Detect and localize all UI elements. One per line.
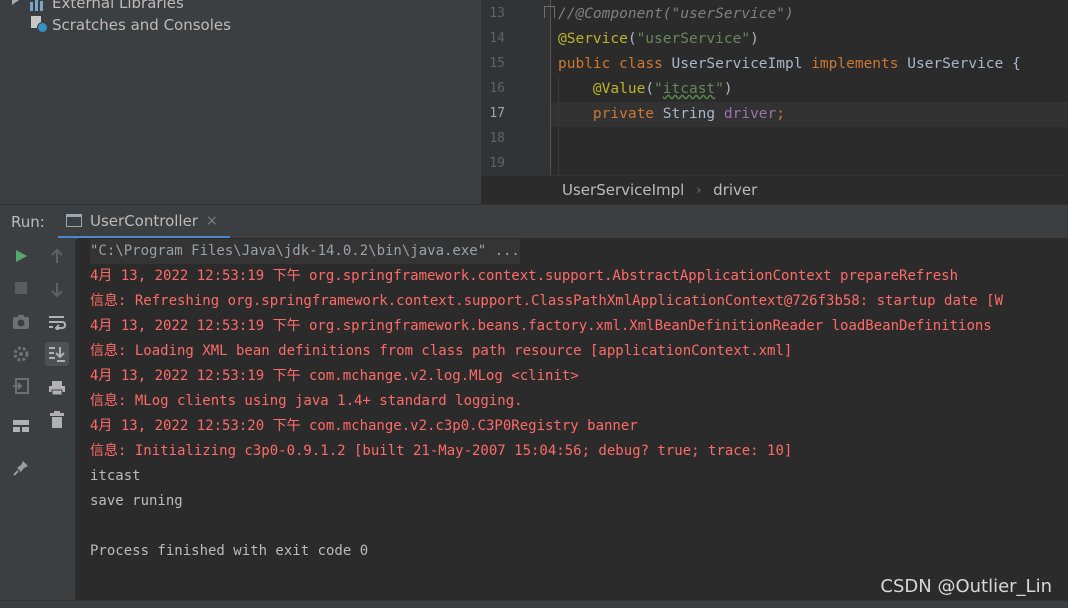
close-tab-icon[interactable]: × (206, 213, 218, 229)
pin-icon[interactable] (9, 456, 33, 480)
console-line: 信息: Refreshing org.springframework.conte… (90, 293, 1004, 309)
breadcrumb: UserServiceImpl › driver (481, 175, 1068, 204)
console-line: 4月 13, 2022 12:53:19 下午 com.mchange.v2.l… (90, 368, 579, 384)
expand-arrow-icon[interactable] (12, 0, 19, 5)
watermark: CSDN @Outlier_Lin (880, 576, 1052, 597)
project-panel: External Libraries Scratches and Console… (0, 0, 481, 204)
console-line: 4月 13, 2022 12:53:19 下午 org.springframew… (90, 318, 992, 334)
run-tool-window-header: Run: UserController × (0, 204, 1068, 239)
library-icon (30, 0, 46, 11)
run-tab-usercontroller[interactable]: UserController × (58, 205, 230, 239)
soft-wrap-icon[interactable] (45, 310, 69, 334)
run-tab-label: UserController (90, 211, 198, 230)
status-strip (0, 600, 1068, 608)
exit-icon[interactable] (9, 374, 33, 398)
code-line[interactable]: public class UserServiceImpl implements … (558, 52, 1021, 77)
line-number-current: 17 (489, 106, 505, 121)
delete-icon[interactable] (45, 408, 69, 432)
tree-item-label: Scratches and Consoles (52, 16, 231, 34)
tree-item-scratches[interactable]: Scratches and Consoles (30, 14, 231, 36)
tree-item-external-libraries[interactable]: External Libraries (12, 0, 184, 14)
stop-icon[interactable] (9, 276, 33, 300)
breadcrumb-item-field[interactable]: driver (713, 181, 757, 199)
code-line[interactable]: @Service("userService") (558, 27, 759, 52)
console-line: 信息: Initializing c3p0-0.9.1.2 [built 21-… (90, 443, 793, 459)
console-line: 4月 13, 2022 12:53:19 下午 org.springframew… (90, 268, 959, 284)
settings-icon[interactable] (9, 342, 33, 366)
run-toolbar-secondary (40, 238, 76, 608)
layout-icon[interactable] (9, 414, 33, 438)
code-line[interactable]: //@Component("userService") (558, 2, 794, 27)
line-number: 15 (489, 56, 505, 71)
run-label: Run: (11, 213, 45, 231)
console-tab-icon (66, 214, 82, 227)
line-number: 16 (489, 81, 505, 96)
line-number: 19 (489, 156, 505, 171)
console-output[interactable]: "C:\Program Files\Java\jdk-14.0.2\bin\ja… (77, 238, 1068, 608)
screenshot-icon[interactable] (9, 310, 33, 334)
scratches-icon (30, 16, 48, 34)
console-line-command: "C:\Program Files\Java\jdk-14.0.2\bin\ja… (90, 239, 520, 264)
code-line[interactable]: @Value("itcast") (558, 77, 733, 102)
up-icon[interactable] (45, 244, 69, 268)
console-line-exit: Process finished with exit code 0 (90, 543, 369, 559)
line-number: 14 (489, 31, 505, 46)
code-line[interactable]: private String driver; (558, 102, 785, 127)
rerun-icon[interactable] (9, 244, 33, 268)
down-icon[interactable] (45, 278, 69, 302)
print-icon[interactable] (45, 376, 69, 400)
breadcrumb-item-class[interactable]: UserServiceImpl (562, 181, 684, 199)
line-number: 13 (489, 6, 505, 21)
console-line: 4月 13, 2022 12:53:20 下午 com.mchange.v2.c… (90, 418, 638, 434)
line-number: 18 (489, 131, 505, 146)
fold-marker-icon[interactable] (544, 6, 555, 18)
run-toolbar-primary (0, 238, 40, 608)
console-line: save runing (90, 493, 183, 509)
tree-item-label: External Libraries (52, 0, 184, 12)
breadcrumb-separator-icon: › (696, 183, 702, 197)
scroll-to-end-icon[interactable] (45, 342, 69, 366)
console-line: 信息: Loading XML bean definitions from cl… (90, 343, 793, 359)
console-line: itcast (90, 468, 141, 484)
code-editor[interactable]: 13 14 15 16 17 18 19 //@Component("userS… (481, 0, 1068, 175)
console-line: 信息: MLog clients using java 1.4+ standar… (90, 393, 523, 409)
